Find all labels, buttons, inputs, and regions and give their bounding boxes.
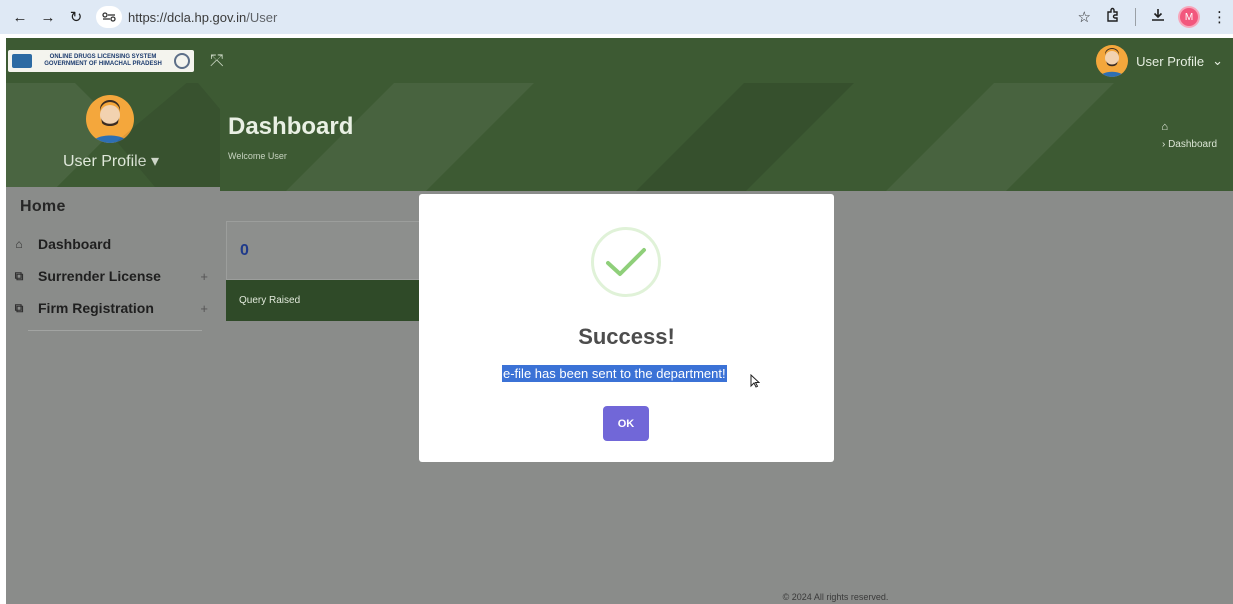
sidebar-user-label: User Profile xyxy=(63,153,147,170)
home-icon: ⌂ xyxy=(15,237,23,251)
expand-plus-icon[interactable]: + xyxy=(200,269,208,284)
sidebar-user-panel: User Profile ▾ xyxy=(6,83,220,187)
banner-stripe xyxy=(636,83,854,191)
breadcrumb-home-icon[interactable]: ⌂ xyxy=(1161,121,1168,133)
sidebar-divider xyxy=(28,330,202,331)
reload-icon[interactable]: ↻ xyxy=(64,5,88,29)
extensions-icon[interactable] xyxy=(1105,7,1121,27)
dialog-message: e-file has been sent to the department! xyxy=(502,365,727,382)
copy-icon: ⧉ xyxy=(14,300,24,315)
sidebar-user-menu[interactable]: User Profile ▾ xyxy=(63,151,159,171)
sidebar-item-dashboard[interactable]: ⌂ Dashboard xyxy=(6,228,220,260)
url-host: https://dcla.hp.gov.in xyxy=(128,9,247,25)
footer-copyright: © 2024 All rights reserved. xyxy=(782,592,889,602)
query-raised-count: 0 xyxy=(240,241,249,259)
logo-text: ONLINE DRUGS LICENSING SYSTEM GOVERNMENT… xyxy=(36,54,170,68)
query-raised-card[interactable]: 0 Query Raised xyxy=(226,221,426,321)
top-profile-label: User Profile xyxy=(1136,53,1205,69)
copy-icon: ⧉ xyxy=(14,268,24,283)
card-value-area: 0 xyxy=(226,221,426,280)
site-info-icon[interactable] xyxy=(96,6,122,28)
mouse-cursor-icon xyxy=(750,373,761,391)
download-icon[interactable] xyxy=(1150,7,1166,27)
sidebar-item-surrender-license[interactable]: ⧉ Surrender License + xyxy=(6,260,220,292)
user-avatar-icon xyxy=(1096,45,1129,77)
browser-actions: ☆ M ⋮ xyxy=(1078,5,1227,29)
sidebar-menu: ⌂ Dashboard ⧉ Surrender License + ⧉ Firm… xyxy=(6,228,220,331)
logo-mark-icon xyxy=(12,53,32,68)
breadcrumb: › Dashboard xyxy=(1161,139,1217,150)
card-label-area: Query Raised xyxy=(226,280,426,321)
breadcrumb-current: Dashboard xyxy=(1168,139,1217,150)
caret-down-icon: ▾ xyxy=(151,153,160,170)
sidebar-item-label: Surrender License xyxy=(38,268,161,284)
back-icon[interactable]: ← xyxy=(8,5,32,29)
sidebar-item-label: Dashboard xyxy=(38,236,112,252)
site-logo[interactable]: ONLINE DRUGS LICENSING SYSTEM GOVERNMENT… xyxy=(8,49,194,72)
sidebar-avatar-icon xyxy=(86,95,134,143)
page-banner: Dashboard Welcome User ⌂ › Dashboard xyxy=(220,83,1233,191)
sidebar-section-heading: Home xyxy=(20,198,66,215)
logo-line2: GOVERNMENT OF HIMACHAL PRADESH xyxy=(44,60,162,67)
url-path: /User xyxy=(246,9,278,25)
page-subtitle: Welcome User xyxy=(228,151,287,161)
query-raised-label: Query Raised xyxy=(239,295,301,306)
forward-icon[interactable]: → xyxy=(36,5,60,29)
fullscreen-toggle-icon[interactable]: ⤧ xyxy=(210,51,224,71)
state-emblem-icon xyxy=(174,52,190,69)
success-dialog: Success! e-file has been sent to the dep… xyxy=(419,194,834,462)
sidebar-item-label: Firm Registration xyxy=(38,300,154,316)
success-check-icon xyxy=(591,227,661,297)
dialog-title: Success! xyxy=(578,324,675,349)
app-top-nav: ONLINE DRUGS LICENSING SYSTEM GOVERNMENT… xyxy=(6,38,1233,83)
logo-line1: ONLINE DRUGS LICENSING SYSTEM xyxy=(49,53,157,60)
browser-toolbar: ← → ↻ https://dcla.hp.gov.in/User ☆ M ⋮ xyxy=(0,0,1233,34)
expand-plus-icon[interactable]: + xyxy=(200,301,208,316)
chevron-down-icon: ⌄ xyxy=(1212,53,1223,68)
sidebar: User Profile ▾ Home ⌂ Dashboard ⧉ Surren… xyxy=(6,83,220,604)
toolbar-divider xyxy=(1135,8,1136,26)
page-title: Dashboard xyxy=(228,113,354,140)
browser-menu-icon[interactable]: ⋮ xyxy=(1212,8,1227,26)
ok-button[interactable]: OK xyxy=(603,406,649,441)
sidebar-item-firm-registration[interactable]: ⧉ Firm Registration + xyxy=(6,292,220,324)
address-bar[interactable]: https://dcla.hp.gov.in/User xyxy=(96,4,277,30)
bookmark-star-icon[interactable]: ☆ xyxy=(1078,8,1091,26)
top-profile-menu[interactable]: User Profile ⌄ xyxy=(1096,45,1223,77)
banner-stripe xyxy=(886,83,1114,191)
browser-profile-avatar[interactable]: M xyxy=(1180,8,1198,26)
